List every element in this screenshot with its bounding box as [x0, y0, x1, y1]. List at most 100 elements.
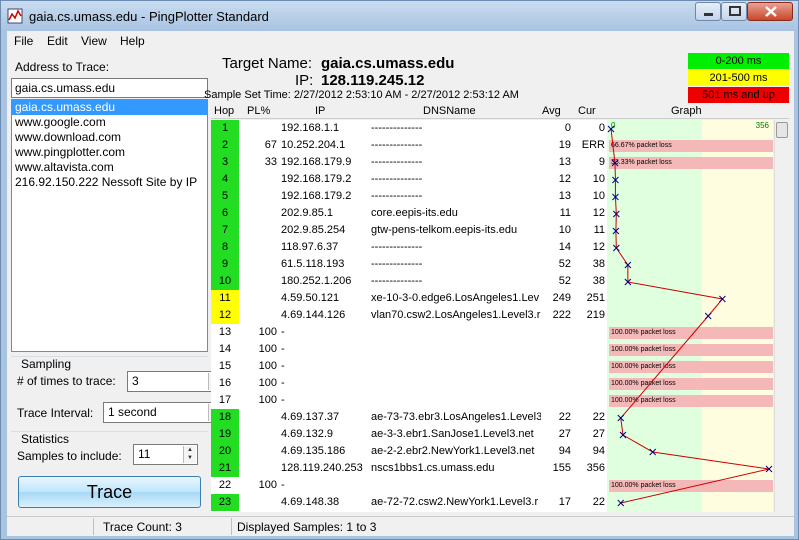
hop-cur: 38 — [592, 275, 605, 287]
minimize-icon — [704, 13, 713, 16]
hop-avg: 17 — [558, 496, 571, 508]
packet-loss-percent: 100 — [258, 360, 277, 372]
interval-input[interactable]: 1 second ▲▼ — [103, 402, 223, 423]
menu-bar: File Edit View Help — [7, 31, 794, 51]
legend-low: 0-200 ms — [688, 53, 789, 69]
scrollbar-thumb[interactable] — [776, 122, 788, 138]
address-list-item[interactable]: www.google.com — [12, 115, 207, 130]
hop-ip: 4.69.137.37 — [281, 411, 340, 423]
vertical-scrollbar[interactable] — [774, 120, 789, 512]
menu-file[interactable]: File — [14, 34, 33, 48]
hop-number: 12 — [211, 307, 239, 324]
latency-line — [610, 128, 770, 504]
hop-cur — [575, 392, 605, 409]
spin-up-icon: ▲ — [187, 447, 193, 453]
minimize-button[interactable] — [695, 2, 721, 21]
hop-dnsname: nscs1bbs1.cs.umass.edu — [371, 462, 495, 474]
hop-ip: - — [281, 343, 285, 355]
hop-avg: 52 — [558, 275, 571, 287]
hop-cur: 219 — [586, 309, 605, 321]
col-pl[interactable]: PL% — [247, 105, 270, 117]
hop-dnsname — [371, 392, 541, 409]
hop-cur: 10 — [592, 173, 605, 185]
hop-cur: 12 — [592, 207, 605, 219]
times-input[interactable]: 3 ▲▼ — [127, 371, 223, 392]
sample-time-value: 2/27/2012 2:53:10 AM - 2/27/2012 2:53:12… — [293, 89, 519, 101]
hop-dnsname — [371, 341, 541, 358]
trace-button[interactable]: Trace — [18, 476, 201, 508]
hop-dnsname: -------------- — [371, 241, 423, 253]
spin-down-icon: ▼ — [187, 455, 193, 461]
packet-loss-percent — [241, 120, 277, 137]
target-ip-label: IP: — [295, 72, 314, 89]
title-bar[interactable]: gaia.cs.umass.edu - PingPlotter Standard — [1, 1, 798, 31]
hop-dnsname: ae-73-73.ebr3.LosAngeles1.Level3 — [371, 411, 541, 423]
statistics-label: Statistics — [21, 432, 70, 446]
hop-number: 8 — [211, 239, 239, 256]
maximize-button[interactable] — [721, 2, 747, 21]
hop-cur: 22 — [592, 496, 605, 508]
hop-ip: 192.168.1.1 — [281, 122, 340, 134]
hop-avg: 11 — [559, 207, 571, 219]
hop-dnsname: -------------- — [371, 190, 423, 202]
sampling-label: Sampling — [21, 357, 72, 371]
hop-dnsname: ae-72-72.csw2.NewYork1.Level3.r — [371, 496, 539, 508]
hop-number: 4 — [211, 171, 239, 188]
col-dns[interactable]: DNSName — [423, 105, 476, 117]
address-list-item[interactable]: www.download.com — [12, 130, 207, 145]
hop-cur: 27 — [592, 428, 605, 440]
close-button[interactable] — [747, 2, 793, 21]
hop-ip: - — [281, 394, 285, 406]
menu-view[interactable]: View — [81, 34, 107, 48]
address-list: gaia.cs.umass.edu www.google.com www.dow… — [11, 99, 208, 352]
col-hop[interactable]: Hop — [214, 105, 234, 117]
col-avg[interactable]: Avg — [542, 105, 561, 117]
latency-graph — [607, 125, 773, 507]
hop-number: 5 — [211, 188, 239, 205]
hop-number: 11 — [211, 290, 239, 307]
packet-loss-percent: 33 — [264, 156, 277, 168]
legend-high: 501 ms and up — [688, 87, 789, 103]
hop-avg: 52 — [558, 258, 571, 270]
col-graph[interactable]: Graph — [671, 105, 702, 117]
hop-dnsname: -------------- — [371, 156, 423, 168]
samples-input[interactable]: 11 ▲ ▼ — [133, 444, 198, 465]
hop-dnsname — [371, 324, 541, 341]
address-list-item[interactable]: www.pingplotter.com — [12, 145, 207, 160]
hop-avg: 249 — [552, 292, 571, 304]
samples-label: Samples to include: — [17, 449, 122, 463]
hop-cur: 251 — [586, 292, 605, 304]
hop-avg: 94 — [558, 445, 571, 457]
hop-avg — [541, 477, 571, 494]
hop-avg: 13 — [558, 190, 571, 202]
packet-loss-percent — [241, 256, 277, 273]
packet-loss-percent — [241, 460, 277, 477]
address-list-item[interactable]: www.altavista.com — [12, 160, 207, 175]
address-list-item[interactable]: gaia.cs.umass.edu — [12, 100, 207, 115]
packet-loss-percent: 100 — [258, 343, 277, 355]
hop-number: 16 — [218, 377, 232, 389]
hop-dnsname: -------------- — [371, 122, 423, 134]
hop-avg — [541, 392, 571, 409]
hop-number: 14 — [218, 343, 232, 355]
hop-avg: 13 — [558, 156, 571, 168]
hop-ip: 128.119.240.253 — [281, 462, 363, 474]
col-ip[interactable]: IP — [315, 105, 325, 117]
address-list-item[interactable]: 216.92.150.222 Nessoft Site by IP — [12, 175, 207, 190]
samples-value: 11 — [138, 447, 151, 461]
hop-number: 22 — [218, 479, 232, 491]
packet-loss-percent — [241, 222, 277, 239]
menu-help[interactable]: Help — [120, 34, 145, 48]
address-input[interactable]: gaia.cs.umass.edu — [11, 78, 208, 98]
hop-cur: 0 — [598, 122, 605, 134]
hop-avg: 27 — [558, 428, 571, 440]
hop-avg — [541, 375, 571, 392]
hop-dnsname: gtw-pens-telkom.eepis-its.edu — [371, 224, 518, 236]
hop-dnsname: vlan70.csw2.LosAngeles1.Level3.r — [371, 309, 541, 321]
hop-cur: ERR — [581, 139, 605, 151]
samples-spinner[interactable]: ▲ ▼ — [183, 446, 196, 463]
col-cur[interactable]: Cur — [578, 105, 596, 117]
menu-edit[interactable]: Edit — [47, 34, 68, 48]
hop-ip: 4.69.132.9 — [281, 428, 333, 440]
hop-cur — [575, 358, 605, 375]
